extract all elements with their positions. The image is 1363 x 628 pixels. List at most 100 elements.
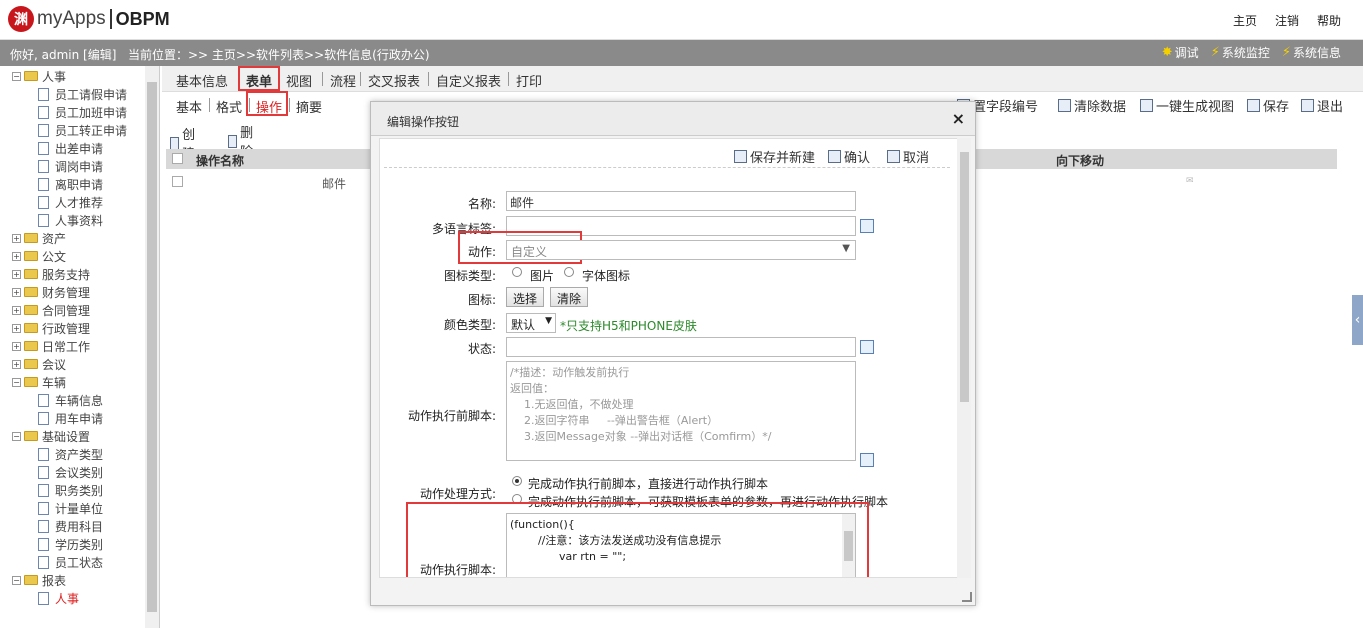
move-down-icon[interactable]: ✉ [1186,176,1194,186]
sidebar-item[interactable]: 车辆信息 [38,391,103,409]
tab-cross-report[interactable]: 交叉报表 [368,71,420,90]
icon-type-font-radio[interactable] [564,267,574,277]
script-textarea[interactable]: (function(){ //注意：该方法发送成功没有信息提示 var rtn … [506,513,856,577]
row-checkbox[interactable] [172,176,183,187]
save-icon [828,150,841,163]
expand-icon[interactable]: + [12,269,21,279]
subtab-format[interactable]: 格式 [216,97,242,116]
icon-type-font-label: 字体图标 [582,269,631,283]
tab-basic-info[interactable]: 基本信息 [176,71,228,90]
sidebar-folder[interactable]: − 基础设置 [12,427,90,445]
expand-icon[interactable]: + [12,287,21,297]
logout-link[interactable]: 注销 [1275,12,1299,29]
sidebar-folder[interactable]: − 车辆 [12,373,66,391]
sidebar-scroll-thumb[interactable] [147,82,157,612]
name-input[interactable]: 邮件 [506,191,856,211]
sidebar-item[interactable]: 员工状态 [38,553,103,571]
home-link[interactable]: 主页 [1233,12,1257,29]
action-select[interactable]: 自定义 ▼ [506,240,856,260]
sidebar-item[interactable]: 学历类别 [38,535,103,553]
code-icon[interactable] [860,453,874,467]
sidebar-folder[interactable]: + 行政管理 [12,319,90,337]
sidebar-item[interactable]: 调岗申请 [38,157,103,175]
collapse-panel-tab[interactable]: ‹ [1352,295,1363,345]
row-action-name[interactable]: 邮件 [322,175,346,192]
tab-view[interactable]: 视图 [286,71,312,90]
state-input[interactable] [506,337,856,357]
resize-handle[interactable] [962,592,972,602]
collapse-icon[interactable]: − [12,71,21,81]
system-info-button[interactable]: ⚡ 系统信息 [1282,44,1341,61]
sidebar-item[interactable]: 员工转正申请 [38,121,127,139]
generate-view-button[interactable]: 一键生成视图 [1140,96,1234,115]
tab-custom-report[interactable]: 自定义报表 [436,71,501,90]
sidebar-item[interactable]: 人才推荐 [38,193,103,211]
sidebar-folder[interactable]: + 资产 [12,229,66,247]
sidebar-folder[interactable]: + 合同管理 [12,301,90,319]
sidebar-item[interactable]: 员工请假申请 [38,85,127,103]
pre-script-textarea[interactable]: /*描述：动作触发前执行 返回值： 1.无返回值，不做处理 2.返回字符串 --… [506,361,856,461]
expand-icon[interactable]: + [12,323,21,333]
icon-type-image-radio[interactable] [512,267,522,277]
color-type-select[interactable]: 默认 ▼ [506,313,556,333]
sidebar-folder[interactable]: − 报表 [12,571,66,589]
sidebar-item[interactable]: 员工加班申请 [38,103,127,121]
expand-icon[interactable]: + [12,359,21,369]
sidebar-item[interactable]: 资产类型 [38,445,103,463]
close-icon[interactable]: × [952,109,965,128]
sidebar-folder[interactable]: − 人事 [12,67,66,85]
highlight-box [246,91,288,116]
user-greeting[interactable]: 你好, admin [编辑] [10,46,116,63]
trash-icon [1058,99,1071,112]
trash-icon [228,134,238,148]
system-monitor-button[interactable]: ⚡ 系统监控 [1211,44,1270,61]
collapse-icon[interactable]: − [12,575,21,585]
sidebar-folder[interactable]: + 日常工作 [12,337,90,355]
dialog-scroll-thumb[interactable] [960,152,969,402]
mode-label: 动作处理方式: [419,487,496,501]
sidebar-item[interactable]: 职务类别 [38,481,103,499]
icon-clear-button[interactable]: 清除 [550,287,589,307]
expand-icon[interactable]: + [12,341,21,351]
select-all-checkbox[interactable] [172,153,183,164]
sidebar-item[interactable]: 人事资料 [38,211,103,229]
sidebar-item[interactable]: 会议类别 [38,463,103,481]
col-move-down: 向下移动 [1056,154,1105,168]
collapse-icon[interactable]: − [12,377,21,387]
expand-icon[interactable]: + [12,233,21,243]
sidebar-item[interactable]: 用车申请 [38,409,103,427]
debug-button[interactable]: ✸ 调试 [1162,44,1199,61]
confirm-button[interactable]: 确认 [828,147,870,166]
sidebar-folder[interactable]: + 服务支持 [12,265,90,283]
collapse-icon[interactable]: − [12,431,21,441]
sidebar-item[interactable]: 出差申请 [38,139,103,157]
clear-data-button[interactable]: 清除数据 [1058,96,1126,115]
sidebar-folder[interactable]: + 公文 [12,247,66,265]
tab-flow[interactable]: 流程 [330,71,356,90]
expand-icon[interactable]: + [12,251,21,261]
sidebar-folder[interactable]: + 会议 [12,355,66,373]
document-icon [38,537,49,551]
subtab-basic[interactable]: 基本 [176,97,202,116]
sidebar-item[interactable]: 费用科目 [38,517,103,535]
sidebar-folder[interactable]: + 财务管理 [12,283,90,301]
edit-icon[interactable] [860,219,874,233]
help-link[interactable]: 帮助 [1317,12,1341,29]
cancel-button[interactable]: 取消 [887,147,929,166]
save-and-new-button[interactable]: 保存并新建 [734,147,815,166]
sidebar-item[interactable]: 离职申请 [38,175,103,193]
sidebar-item[interactable]: 计量单位 [38,499,103,517]
exit-button[interactable]: 退出 [1301,96,1343,115]
document-icon [38,465,49,479]
icon-select-button[interactable]: 选择 [506,287,545,307]
mode-direct-radio[interactable] [512,476,522,486]
expand-icon[interactable]: + [12,305,21,315]
edit-icon[interactable] [860,340,874,354]
sidebar-item-label: 职务类别 [55,483,104,498]
save-button[interactable]: 保存 [1247,96,1289,115]
script-scroll-thumb[interactable] [844,531,853,561]
subtab-summary[interactable]: 摘要 [296,97,322,116]
sidebar-item-label: 合同管理 [42,303,91,318]
tab-print[interactable]: 打印 [516,71,542,90]
sidebar-item[interactable]: 人事 [38,589,79,607]
